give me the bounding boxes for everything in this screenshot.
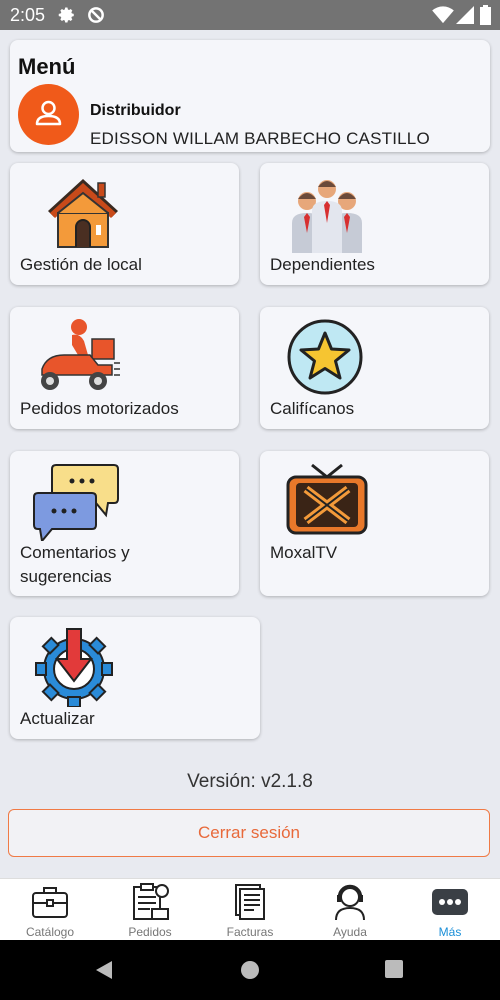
recents-icon[interactable] bbox=[385, 960, 403, 978]
star-icon bbox=[287, 319, 363, 395]
tv-icon bbox=[286, 463, 368, 535]
more-dots-icon bbox=[432, 889, 468, 915]
main-content: Menú Distribuidor EDISSON WILLAM BARBECH… bbox=[0, 30, 500, 878]
nav-label: Ayuda bbox=[333, 925, 367, 939]
home-icon[interactable] bbox=[240, 960, 260, 980]
user-role: Distribuidor bbox=[90, 102, 181, 119]
system-nav-bar bbox=[0, 940, 500, 1000]
update-gear-icon bbox=[35, 628, 113, 707]
sync-icon bbox=[88, 7, 104, 23]
nav-mas[interactable]: Más bbox=[400, 879, 500, 941]
wifi-icon bbox=[432, 6, 454, 24]
avatar bbox=[18, 84, 79, 145]
nav-label: Pedidos bbox=[128, 925, 172, 939]
tile-calificanos[interactable]: Califícanos bbox=[260, 307, 489, 429]
nav-ayuda[interactable]: Ayuda bbox=[300, 879, 400, 941]
menu-title: Menú bbox=[18, 54, 76, 79]
tile-label: Gestión de local bbox=[20, 255, 142, 274]
people-icon bbox=[292, 180, 362, 253]
user-name: EDISSON WILLAM BARBECHO CASTILLO bbox=[90, 129, 430, 148]
tile-label: MoxalTV bbox=[270, 543, 338, 562]
signal-icon bbox=[456, 6, 474, 24]
tile-label-line2: sugerencias bbox=[20, 567, 112, 586]
support-agent-icon bbox=[335, 884, 365, 921]
tile-comentarios[interactable]: Comentarios y sugerencias bbox=[10, 451, 239, 596]
tile-actualizar[interactable]: Actualizar bbox=[10, 617, 260, 739]
nav-pedidos[interactable]: Pedidos bbox=[100, 879, 200, 941]
clipboard-icon bbox=[133, 883, 169, 920]
tile-dependientes[interactable]: Dependientes bbox=[260, 163, 489, 285]
chat-bubbles-icon bbox=[33, 464, 119, 541]
tile-label: Califícanos bbox=[270, 399, 355, 418]
nav-label: Más bbox=[438, 925, 462, 939]
status-time: 2:05 bbox=[10, 5, 46, 25]
logout-button[interactable]: Cerrar sesión bbox=[8, 809, 490, 857]
user-icon bbox=[35, 100, 62, 126]
tile-pedidos-motorizados[interactable]: Pedidos motorizados bbox=[10, 307, 239, 429]
tile-moxaltv[interactable]: MoxalTV bbox=[260, 451, 489, 596]
version-text: Versión: v2.1.8 bbox=[187, 771, 313, 792]
tile-label: Pedidos motorizados bbox=[20, 399, 179, 418]
nav-label: Facturas bbox=[226, 925, 274, 939]
tile-label: Actualizar bbox=[20, 709, 95, 728]
tile-gestion-local[interactable]: Gestión de local bbox=[10, 163, 239, 285]
battery-icon bbox=[480, 5, 491, 25]
tile-label: Dependientes bbox=[270, 255, 375, 274]
back-icon[interactable] bbox=[94, 960, 114, 980]
delivery-scooter-icon bbox=[41, 319, 120, 390]
nav-facturas[interactable]: Facturas bbox=[200, 879, 300, 941]
tile-label-line1: Comentarios y bbox=[20, 543, 130, 562]
nav-label: Catálogo bbox=[25, 925, 75, 939]
nav-catalogo[interactable]: Catálogo bbox=[0, 879, 100, 941]
bottom-nav: Catálogo Pedidos Facturas Ayuda Más bbox=[0, 878, 500, 941]
gear-icon bbox=[58, 7, 74, 23]
status-bar: 2:05 bbox=[0, 0, 500, 30]
briefcase-icon bbox=[32, 887, 68, 918]
invoice-icon bbox=[235, 884, 265, 920]
house-icon bbox=[48, 179, 118, 248]
menu-card: Menú Distribuidor EDISSON WILLAM BARBECH… bbox=[10, 40, 490, 152]
